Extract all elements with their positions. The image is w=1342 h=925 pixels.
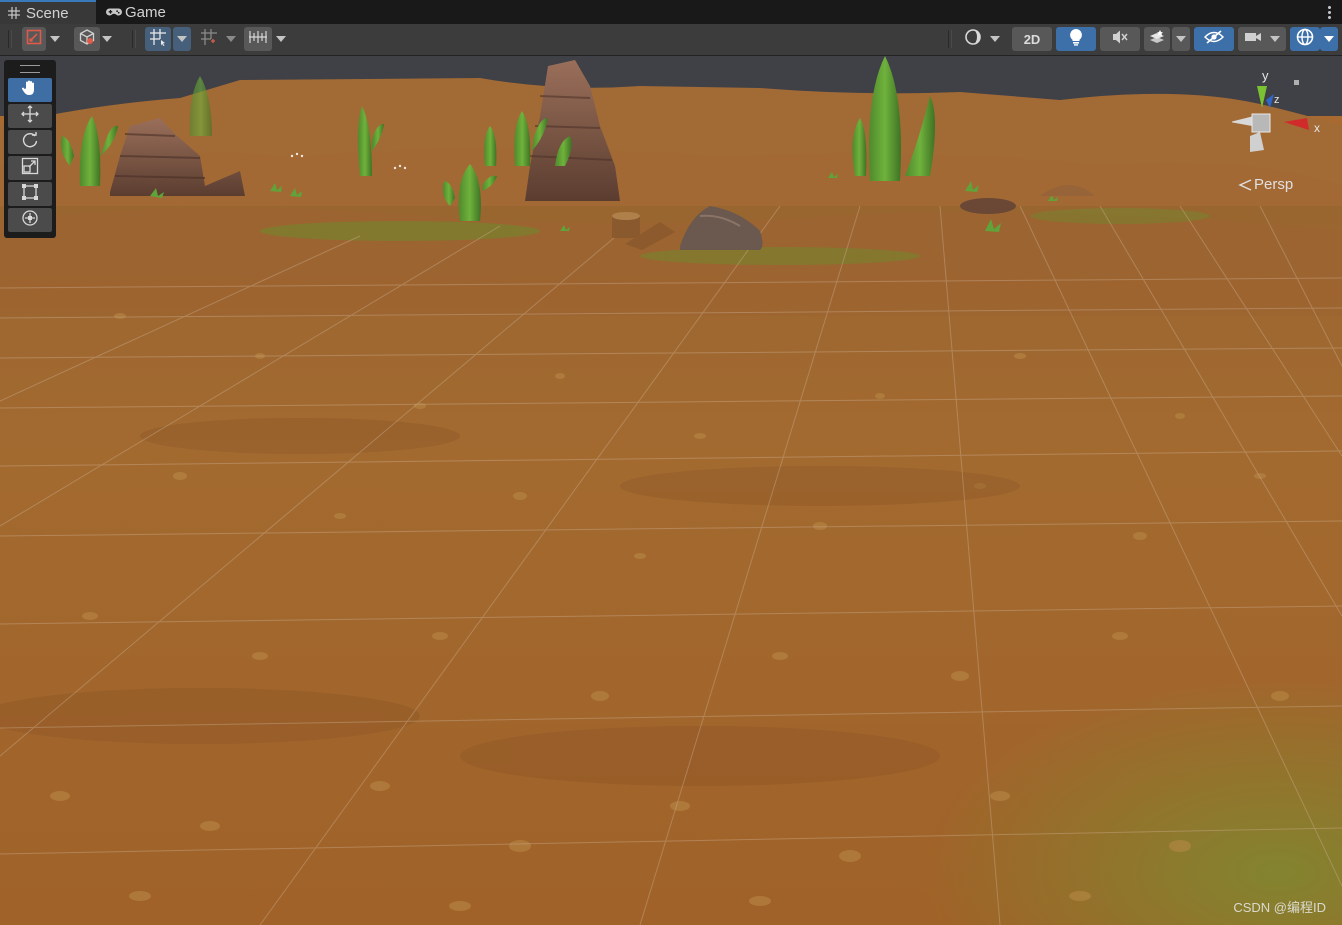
tab-bar: Scene Game <box>0 0 1342 24</box>
shading-mode-dropdown[interactable] <box>100 27 114 51</box>
axis-y-cone <box>1257 86 1267 108</box>
grid-snap-dropdown[interactable] <box>173 27 191 51</box>
scene-render <box>0 56 1342 925</box>
audio-toggle-button[interactable] <box>1100 27 1140 51</box>
projection-text: Persp <box>1254 176 1294 193</box>
ruler-dropdown[interactable] <box>274 27 288 51</box>
axis-z-cone <box>1266 94 1274 108</box>
axis-neg-x-cone <box>1230 116 1254 126</box>
rect-transform-icon <box>21 183 39 206</box>
scale-tool-button[interactable] <box>8 156 52 180</box>
axis-x-cone <box>1284 118 1309 130</box>
tab-game[interactable]: Game <box>102 0 194 24</box>
increment-snap-button[interactable] <box>197 27 221 51</box>
tab-game-label: Game <box>125 3 166 21</box>
orientation-gizmo[interactable]: y z x <box>1230 66 1332 166</box>
increment-snap-icon <box>200 28 218 51</box>
scene-viewport[interactable]: CSDN @编程ID <box>0 56 1342 925</box>
ruler-icon <box>248 30 268 49</box>
rotate-tool-button[interactable] <box>8 130 52 154</box>
transform-tool-button[interactable] <box>8 208 52 232</box>
camera-icon <box>1244 30 1262 48</box>
render-mode-icon <box>964 28 982 51</box>
perspective-icon <box>1238 178 1252 191</box>
hash-icon <box>6 5 22 21</box>
effects-dropdown[interactable] <box>1172 27 1190 51</box>
gamepad-icon <box>106 4 122 20</box>
move-tool-button[interactable] <box>8 104 52 128</box>
gizmos-button[interactable] <box>1290 27 1320 51</box>
grid-snap-button[interactable] <box>145 27 171 51</box>
more-options-icon[interactable] <box>1324 2 1334 22</box>
light-bulb-icon <box>1069 28 1083 51</box>
drag-handle[interactable] <box>20 65 40 73</box>
scene-toolbar: 2D <box>0 24 1342 56</box>
tab-scene[interactable]: Scene <box>0 0 96 24</box>
axis-neg-y-cone <box>1250 132 1264 152</box>
gizmos-icon <box>1295 27 1315 52</box>
scene-lighting-button[interactable] <box>1056 27 1096 51</box>
rect-tool-button[interactable] <box>8 182 52 206</box>
gizmos-dropdown[interactable] <box>1320 27 1338 51</box>
tab-scene-label: Scene <box>26 4 69 22</box>
hand-tool-button[interactable] <box>8 78 52 102</box>
draw-mode-button[interactable] <box>22 27 46 51</box>
shading-mode-button[interactable] <box>74 27 100 51</box>
2d-toggle-button[interactable]: 2D <box>1012 27 1052 51</box>
ruler-button[interactable] <box>244 27 272 51</box>
tools-overlay <box>4 60 56 238</box>
increment-snap-dropdown[interactable] <box>224 27 238 51</box>
gizmo-z-label: z <box>1274 94 1280 106</box>
render-mode-button[interactable] <box>958 27 1006 51</box>
watermark: CSDN @编程ID <box>1233 900 1326 915</box>
draw-mode-dropdown[interactable] <box>48 27 62 51</box>
audio-mute-icon <box>1111 29 1129 50</box>
effects-layers-icon <box>1148 29 1166 50</box>
move-icon <box>21 104 39 128</box>
transform-icon <box>21 209 39 232</box>
grid-snap-icon <box>149 28 167 51</box>
cube-icon <box>79 28 95 50</box>
scene-visibility-button[interactable] <box>1194 27 1234 51</box>
gizmo-y-label: y <box>1262 68 1269 83</box>
hand-icon <box>21 79 39 102</box>
draw-mode-icon <box>26 29 42 50</box>
effects-button[interactable] <box>1144 27 1170 51</box>
rotate-icon <box>21 131 39 154</box>
gizmo-x-label: x <box>1314 121 1320 135</box>
scene-camera-button[interactable] <box>1238 27 1286 51</box>
scale-icon <box>21 157 39 180</box>
visibility-icon <box>1203 29 1225 49</box>
projection-label[interactable]: Persp <box>1238 176 1293 193</box>
